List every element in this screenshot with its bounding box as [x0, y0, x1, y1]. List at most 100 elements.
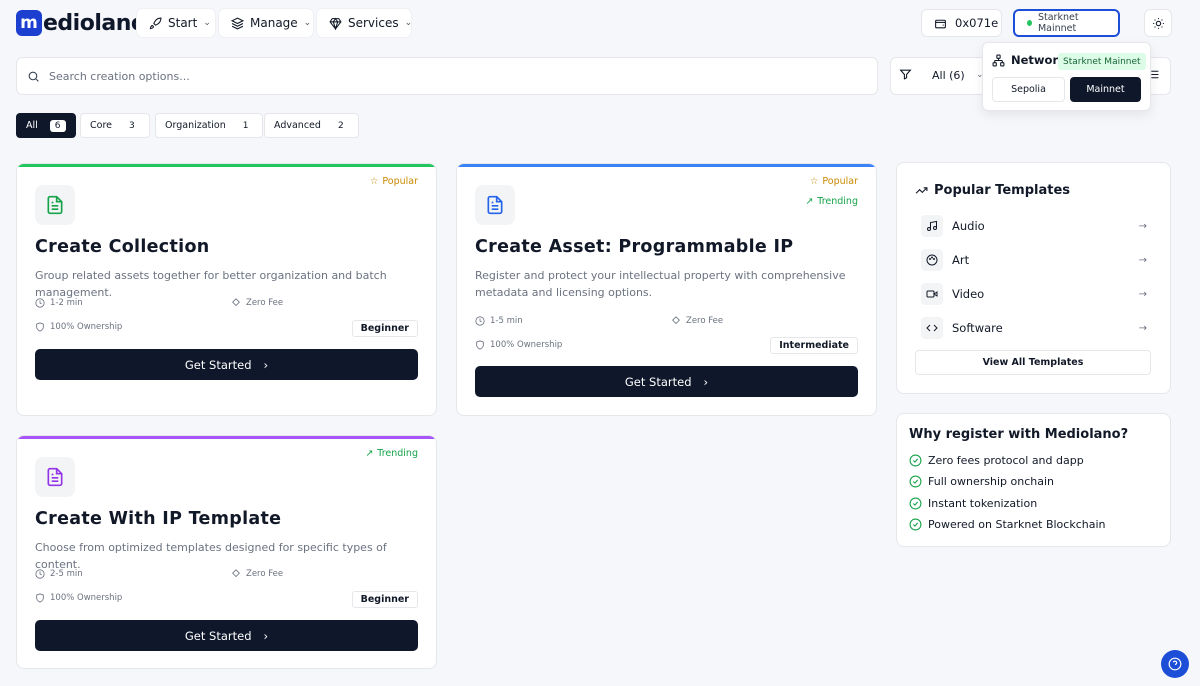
trending-up-icon: ↗ — [805, 196, 814, 207]
arrow-right-icon: → — [1138, 288, 1147, 300]
clock-icon — [475, 316, 485, 326]
benefit-item: Instant tokenization — [909, 497, 1037, 510]
chevron-down-icon: ⌄ — [404, 18, 413, 28]
time-meta: 2-5 min — [35, 569, 83, 579]
palette-icon — [921, 249, 943, 271]
tab-all[interactable]: All 6 — [16, 113, 76, 138]
search-box[interactable]: Search creation options... — [16, 57, 878, 95]
chevron-down-icon: ⌄ — [203, 18, 211, 28]
chevron-right-icon: › — [263, 357, 269, 372]
ownership-meta: 100% Ownership — [475, 340, 562, 350]
arrow-right-icon: → — [1138, 254, 1147, 266]
search-input[interactable]: Search creation options... — [49, 70, 190, 83]
network-status-dot — [1027, 20, 1032, 26]
card-description: Register and protect your intellectual p… — [475, 269, 846, 299]
tab-count: 1 — [242, 120, 249, 131]
logo-text: ediolano — [43, 10, 146, 36]
code-icon — [921, 317, 943, 339]
ownership-meta: 100% Ownership — [35, 322, 122, 332]
tab-count: 6 — [49, 119, 66, 132]
shield-icon — [35, 593, 45, 603]
layers-icon — [231, 16, 244, 30]
view-all-templates-button[interactable]: View All Templates — [915, 350, 1151, 375]
sun-icon — [1152, 17, 1165, 30]
card-description: Group related assets together for better… — [35, 269, 387, 299]
chevron-right-icon: › — [703, 374, 709, 389]
card-description: Choose from optimized templates designed… — [35, 541, 387, 571]
network-popover-title: Network — [992, 53, 1066, 67]
logo[interactable]: m ediolano — [16, 10, 146, 36]
card-accent-bar — [17, 436, 436, 439]
fee-meta: Zero Fee — [671, 316, 723, 326]
nav-start-button[interactable]: Start ⌄ — [137, 9, 215, 37]
tab-core[interactable]: Core 3 — [80, 113, 150, 138]
fee-meta: Zero Fee — [231, 298, 283, 308]
trending-badge: ↗ Trending — [365, 448, 418, 459]
tab-organization[interactable]: Organization 1 — [155, 113, 264, 138]
check-circle-icon — [909, 518, 922, 531]
level-badge: Beginner — [351, 591, 418, 608]
wallet-button[interactable]: 0x071e — [921, 9, 1002, 37]
option-card-ip-template: ↗ Trending Create With IP Template Choose… — [16, 435, 437, 669]
document-icon — [35, 185, 75, 225]
card-title: Create Asset: Programmable IP — [475, 237, 794, 257]
arrow-right-icon: → — [1138, 220, 1147, 232]
trending-up-icon: ↗ — [365, 448, 374, 459]
panel-title: Popular Templates — [915, 183, 1070, 198]
get-started-button[interactable]: Get Started › — [35, 349, 418, 380]
nav-manage-label: Manage — [250, 16, 298, 30]
template-software[interactable]: Software → — [921, 317, 1147, 339]
popular-templates-panel: Popular Templates Audio → Art → Video → … — [896, 162, 1171, 394]
shield-icon — [475, 340, 485, 350]
benefit-item: Full ownership onchain — [909, 475, 1054, 488]
why-register-panel: Why register with Mediolano? Zero fees p… — [896, 413, 1171, 547]
benefit-item: Zero fees protocol and dapp — [909, 454, 1084, 467]
tab-count: 3 — [129, 120, 135, 131]
nav-services-label: Services — [348, 16, 399, 30]
nav-start-label: Start — [168, 16, 198, 30]
network-current-badge: Starknet Mainnet — [1058, 53, 1146, 70]
option-card-create-collection: ☆ Popular Create Collection Group related… — [16, 163, 437, 416]
filter-icon — [899, 68, 912, 81]
get-started-button[interactable]: Get Started › — [475, 366, 858, 397]
network-button[interactable]: Starknet Mainnet — [1013, 9, 1120, 37]
clock-icon — [35, 298, 45, 308]
network-option-mainnet[interactable]: Mainnet — [1070, 77, 1141, 102]
help-button[interactable] — [1161, 650, 1189, 678]
tab-label: Organization — [165, 120, 226, 131]
check-circle-icon — [909, 497, 922, 510]
card-title: Create With IP Template — [35, 509, 282, 529]
popular-badge: ☆ Popular — [809, 176, 858, 187]
template-audio[interactable]: Audio → — [921, 215, 1147, 237]
document-icon — [35, 457, 75, 497]
template-art[interactable]: Art → — [921, 249, 1147, 271]
card-accent-bar — [17, 164, 436, 167]
nav-services-button[interactable]: Services ⌄ — [317, 9, 413, 37]
check-circle-icon — [909, 475, 922, 488]
wallet-address: 0x071e — [955, 16, 999, 30]
network-option-sepolia[interactable]: Sepolia — [992, 77, 1065, 102]
theme-toggle-button[interactable] — [1144, 9, 1172, 37]
panel-title: Why register with Mediolano? — [909, 427, 1129, 442]
shield-icon — [35, 322, 45, 332]
popular-badge: ☆ Popular — [369, 176, 418, 187]
gem-icon — [329, 17, 342, 30]
chevron-down-icon: ⌄ — [303, 18, 312, 28]
trending-up-icon — [915, 184, 928, 197]
help-circle-icon — [1168, 657, 1182, 671]
option-card-create-asset: ☆ Popular ↗ Trending Create Asset: Program… — [456, 163, 877, 416]
card-title: Create Collection — [35, 237, 210, 257]
tab-advanced[interactable]: Advanced 2 — [264, 113, 359, 138]
coins-icon — [671, 316, 681, 326]
time-meta: 1-2 min — [35, 298, 83, 308]
level-badge: Intermediate — [770, 337, 858, 354]
chevron-right-icon: › — [263, 628, 269, 643]
network-icon — [992, 54, 1005, 67]
get-started-button[interactable]: Get Started › — [35, 620, 418, 651]
clock-icon — [35, 569, 45, 579]
benefit-item: Powered on Starknet Blockchain — [909, 518, 1105, 531]
fee-meta: Zero Fee — [231, 569, 283, 579]
template-video[interactable]: Video → — [921, 283, 1147, 305]
nav-manage-button[interactable]: Manage ⌄ — [219, 9, 313, 37]
logo-mark: m — [16, 10, 42, 36]
